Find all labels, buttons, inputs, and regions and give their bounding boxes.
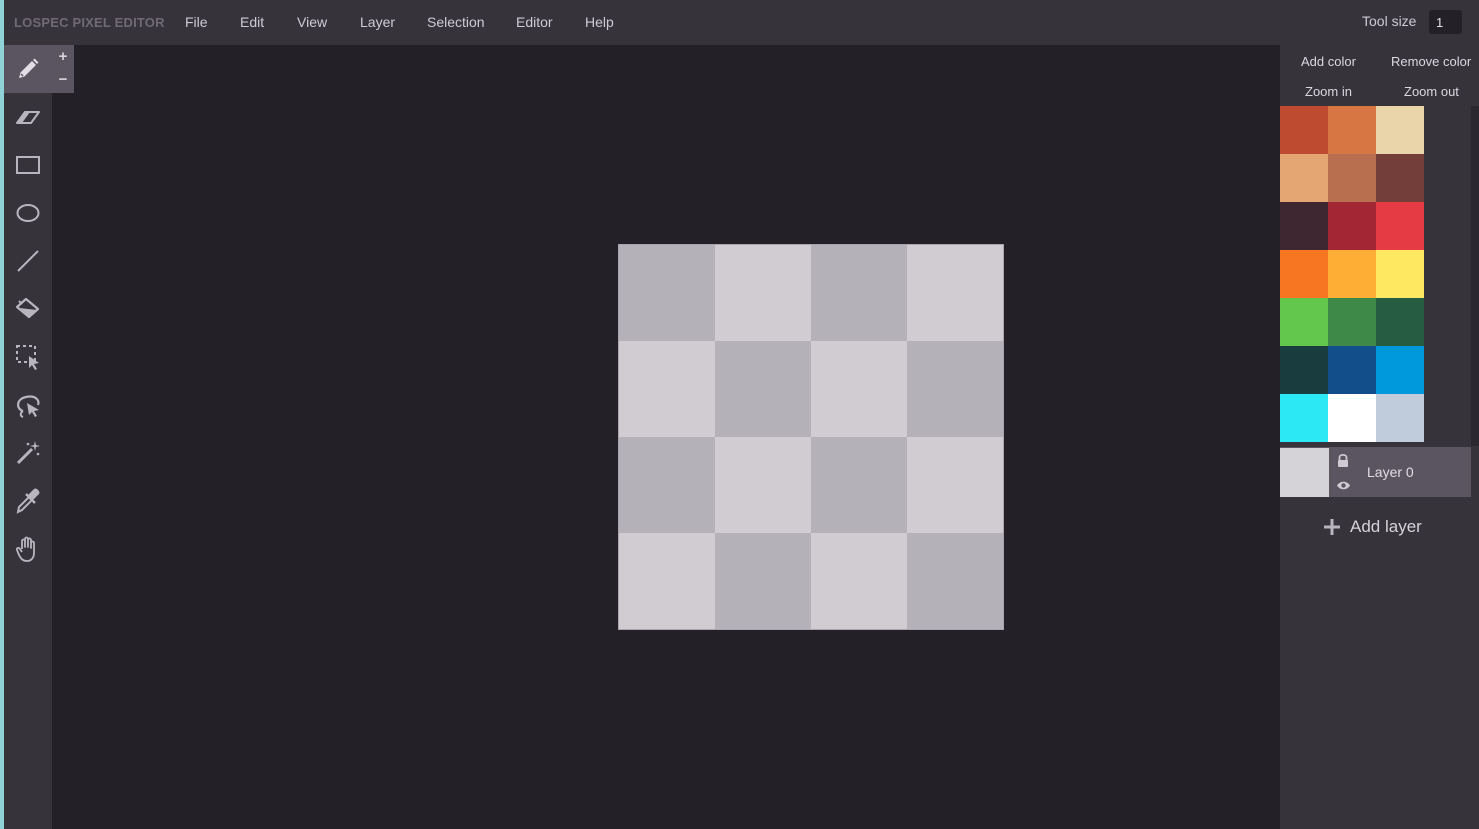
ellipse-tool[interactable] xyxy=(4,189,52,237)
canvas-cell xyxy=(619,245,715,341)
eye-icon[interactable] xyxy=(1336,478,1351,496)
palette-swatch[interactable] xyxy=(1328,202,1376,250)
canvas-cell xyxy=(811,437,907,533)
tool-size-label: Tool size xyxy=(1362,13,1417,29)
pixel-canvas[interactable] xyxy=(618,244,1004,630)
palette-swatch[interactable] xyxy=(1376,154,1424,202)
palette-swatch[interactable] xyxy=(1376,346,1424,394)
size-decrease-button[interactable]: − xyxy=(52,71,74,88)
menu-view[interactable]: View xyxy=(297,14,327,30)
canvas-cell xyxy=(619,437,715,533)
remove-color-button[interactable]: Remove color xyxy=(1391,54,1471,69)
layer-name: Layer 0 xyxy=(1367,464,1414,480)
eraser-icon xyxy=(16,111,40,124)
canvas-cell xyxy=(811,245,907,341)
canvas-cell xyxy=(907,437,1003,533)
pencil-tool[interactable] xyxy=(4,45,52,93)
add-color-button[interactable]: Add color xyxy=(1301,54,1356,69)
canvas-cell xyxy=(715,437,811,533)
palette-swatch[interactable] xyxy=(1280,346,1328,394)
top-menu-bar: LOSPEC PIXEL EDITOR File Edit View Layer… xyxy=(4,0,1479,45)
rectangle-icon xyxy=(16,156,40,174)
rect-select-tool[interactable] xyxy=(4,333,52,381)
size-increase-button[interactable]: + xyxy=(52,48,74,65)
palette-swatch[interactable] xyxy=(1280,394,1328,442)
menu-file[interactable]: File xyxy=(185,14,208,30)
canvas-cell xyxy=(907,533,1003,629)
palette-swatch[interactable] xyxy=(1376,298,1424,346)
app-title: LOSPEC PIXEL EDITOR xyxy=(14,15,165,30)
palette-swatch[interactable] xyxy=(1328,250,1376,298)
canvas-cell xyxy=(715,533,811,629)
tool-bar: + − xyxy=(4,45,74,829)
tool-size-input[interactable] xyxy=(1429,10,1462,34)
pan-tool[interactable] xyxy=(4,525,52,573)
palette-swatch[interactable] xyxy=(1376,250,1424,298)
add-layer-label: Add layer xyxy=(1350,517,1422,536)
rectangle-tool[interactable] xyxy=(4,141,52,189)
palette-scrollbar[interactable] xyxy=(1471,106,1479,446)
pencil-icon xyxy=(19,58,39,78)
palette-swatch[interactable] xyxy=(1376,202,1424,250)
layer-item[interactable]: Layer 0 xyxy=(1280,447,1471,497)
menu-editor[interactable]: Editor xyxy=(516,14,553,30)
line-icon xyxy=(17,250,39,272)
magic-wand-tool[interactable] xyxy=(4,429,52,477)
canvas-cell xyxy=(811,533,907,629)
brush-size-controls: + − xyxy=(52,45,74,93)
menu-help[interactable]: Help xyxy=(585,14,614,30)
line-tool[interactable] xyxy=(4,237,52,285)
plus-icon xyxy=(1324,519,1340,535)
lasso-tool[interactable] xyxy=(4,381,52,429)
palette-swatch[interactable] xyxy=(1328,394,1376,442)
add-layer-button[interactable]: Add layer xyxy=(1324,515,1422,539)
palette-swatch[interactable] xyxy=(1328,298,1376,346)
canvas-cell xyxy=(619,341,715,437)
palette-swatch[interactable] xyxy=(1280,250,1328,298)
eyedropper-icon xyxy=(16,488,40,514)
canvas-cell xyxy=(907,341,1003,437)
palette-swatch[interactable] xyxy=(1328,106,1376,154)
eraser-tool[interactable] xyxy=(4,93,52,141)
palette-swatch[interactable] xyxy=(1280,298,1328,346)
palette-swatch[interactable] xyxy=(1280,202,1328,250)
menu-selection[interactable]: Selection xyxy=(427,14,485,30)
ellipse-icon xyxy=(16,204,40,222)
paint-bucket-icon xyxy=(15,297,40,319)
canvas-cell xyxy=(811,341,907,437)
canvas-cell xyxy=(907,245,1003,341)
eyedropper-tool[interactable] xyxy=(4,477,52,525)
zoom-out-button[interactable]: Zoom out xyxy=(1404,84,1459,99)
canvas-cell xyxy=(715,341,811,437)
canvas-cell xyxy=(715,245,811,341)
lock-icon[interactable] xyxy=(1336,453,1350,473)
fill-tool[interactable] xyxy=(4,285,52,333)
menu-layer[interactable]: Layer xyxy=(360,14,395,30)
lasso-icon xyxy=(17,395,40,418)
palette-swatch[interactable] xyxy=(1376,394,1424,442)
layer-thumbnail xyxy=(1280,448,1329,497)
palette-swatch[interactable] xyxy=(1280,106,1328,154)
palette-swatch[interactable] xyxy=(1328,346,1376,394)
zoom-in-button[interactable]: Zoom in xyxy=(1305,84,1352,99)
magic-wand-icon xyxy=(16,441,40,465)
palette-swatch[interactable] xyxy=(1376,106,1424,154)
palette-swatch[interactable] xyxy=(1280,154,1328,202)
menu-edit[interactable]: Edit xyxy=(240,14,264,30)
canvas-cell xyxy=(619,533,715,629)
palette-swatch[interactable] xyxy=(1328,154,1376,202)
hand-icon xyxy=(15,536,35,562)
rectangle-select-icon xyxy=(16,345,39,370)
